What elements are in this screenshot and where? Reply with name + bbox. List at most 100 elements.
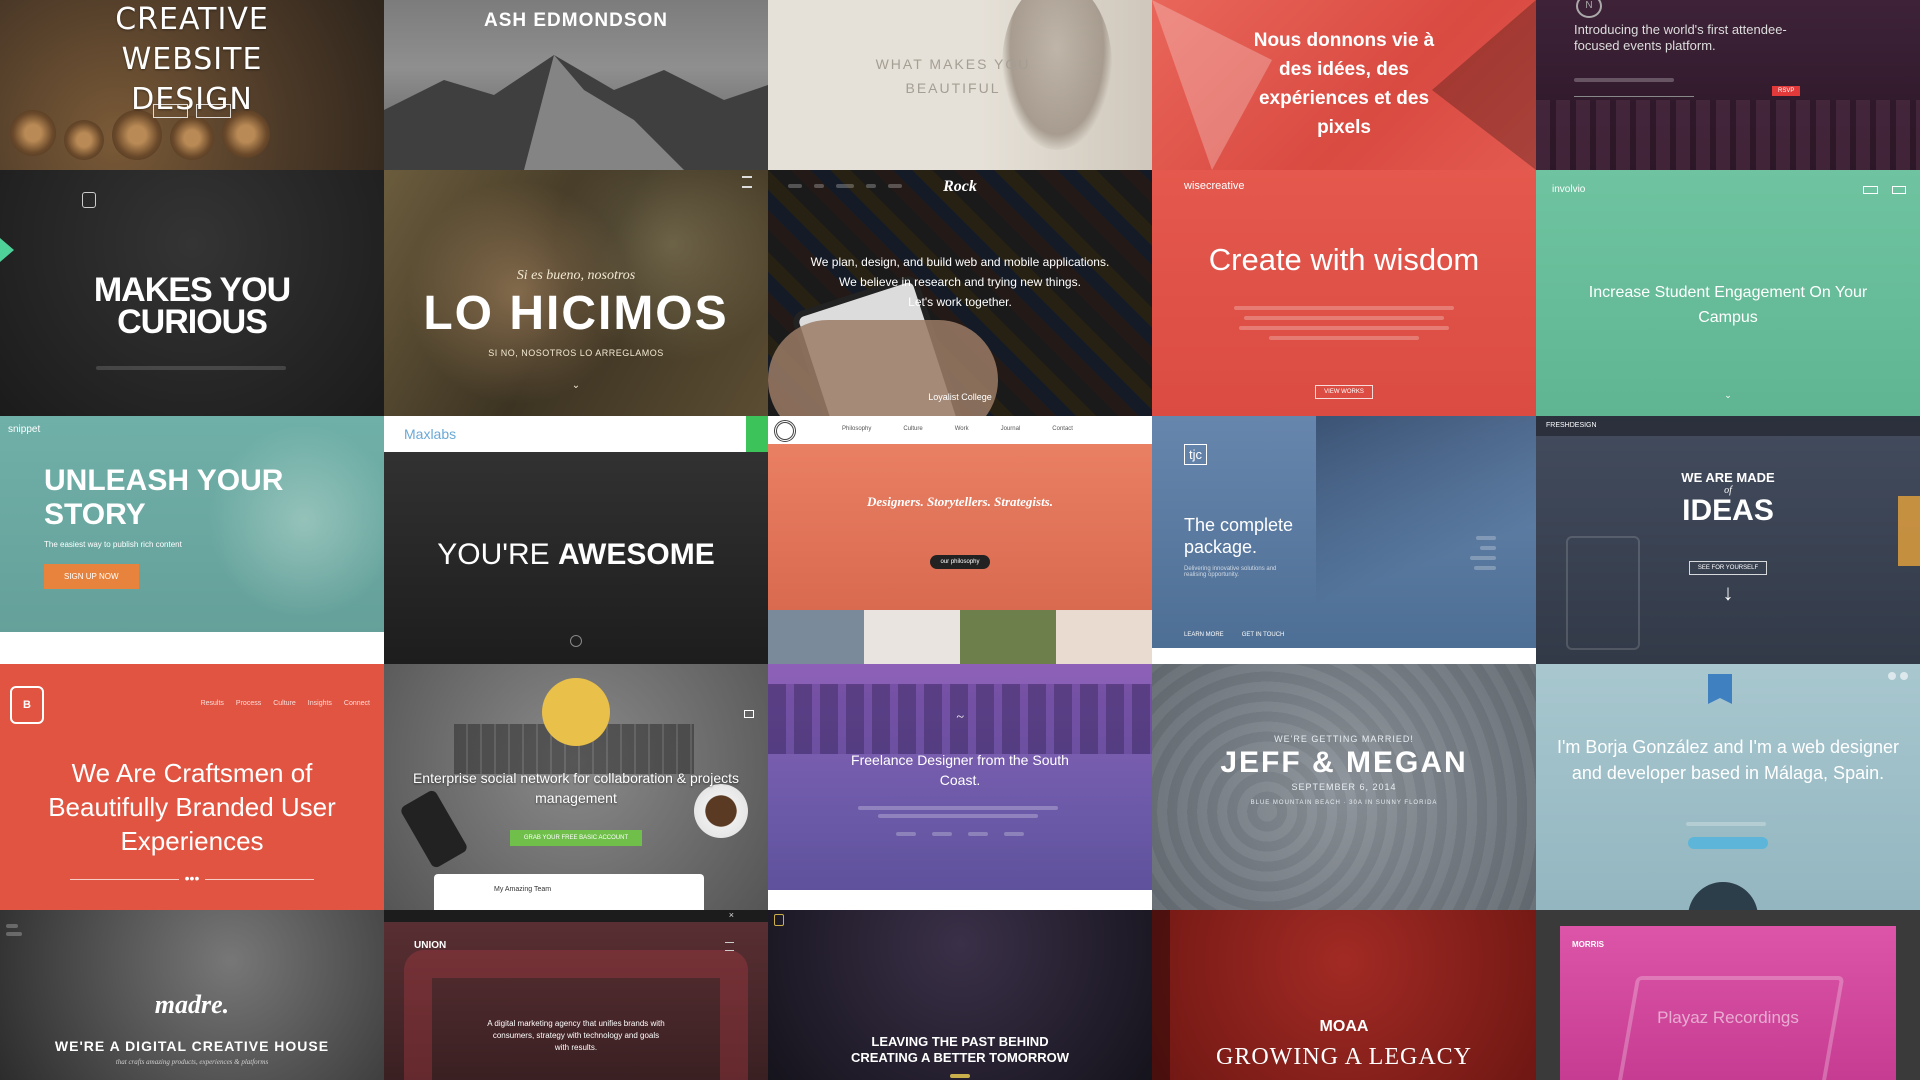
- tile-title: Freelance Designer from the South Coast.: [851, 752, 1069, 788]
- tile-rock[interactable]: Rock We plan, design, and build web and …: [768, 170, 1152, 416]
- top-nav[interactable]: [639, 431, 744, 437]
- get-in-touch-link[interactable]: GET IN TOUCH: [1242, 632, 1285, 638]
- tile-snippet[interactable]: snippet UNLEASH YOUR STORY The easiest w…: [0, 416, 384, 664]
- tile-nous-donnons[interactable]: Nous donnons vie à des idées, des expéri…: [1152, 0, 1536, 170]
- brand-logo: [398, 178, 401, 188]
- tile-involvio[interactable]: involvio Increase Student Engagement On …: [1536, 170, 1920, 416]
- bookmark-logo-icon: [1708, 674, 1732, 704]
- menu-icon[interactable]: [725, 942, 734, 951]
- nav-process[interactable]: Process: [236, 700, 261, 707]
- tile-title: Create with wisdom: [1208, 242, 1480, 277]
- chevron-down-icon[interactable]: ⌄: [1536, 390, 1920, 401]
- tile-maxlabs[interactable]: Maxlabs YOU'RE AWESOME: [384, 416, 768, 664]
- logo-icon: [774, 914, 784, 926]
- menu-icon[interactable]: [742, 176, 752, 188]
- tile-madre[interactable]: madre. WE'RE A DIGITAL CREATIVE HOUSE th…: [0, 910, 384, 1080]
- tile-what-makes-you-beautiful[interactable]: WHAT MAKES YOU BEAUTIFUL: [768, 0, 1152, 170]
- project-thumbnails[interactable]: [768, 610, 1152, 664]
- tile-description: [96, 366, 286, 370]
- top-nav[interactable]: Results Process Culture Insights Connect: [201, 700, 370, 707]
- top-nav[interactable]: [1015, 918, 1132, 924]
- laptop-image: [1615, 976, 1845, 1080]
- tile-freshdesign[interactable]: FRESHDESIGN WE ARE MADE of IDEAS SEE FOR…: [1536, 416, 1920, 664]
- top-nav[interactable]: [1799, 186, 1906, 194]
- our-work-button[interactable]: [196, 104, 231, 118]
- tile-title-bold: package.: [1184, 537, 1258, 557]
- tile-craftsmen[interactable]: B Results Process Culture Insights Conne…: [0, 664, 384, 910]
- see-for-yourself-button[interactable]: SEE FOR YOURSELF: [1688, 561, 1768, 575]
- tile-moaa[interactable]: MOAA GROWING A LEGACY: [1152, 910, 1536, 1080]
- hand-logo-icon: [82, 192, 96, 208]
- tile-line-1: We plan, design, and build web and mobil…: [810, 255, 1110, 269]
- free-account-button[interactable]: GRAB YOUR FREE BASIC ACCOUNT: [509, 830, 643, 846]
- our-philosophy-button[interactable]: our philosophy: [930, 555, 990, 569]
- brand-logo: MOAA: [1319, 1018, 1369, 1035]
- brand-logo: UNION: [414, 940, 447, 951]
- corner-icons[interactable]: [1888, 672, 1908, 680]
- hire-button[interactable]: [746, 416, 768, 452]
- tile-freelance[interactable]: ~ Freelance Designer from the South Coas…: [768, 664, 1152, 910]
- tile-line-3: IDEAS: [1682, 494, 1774, 527]
- close-icon[interactable]: ×: [729, 910, 734, 920]
- top-nav[interactable]: [136, 196, 225, 202]
- tile-leaving-the-past[interactable]: LEAVING THE PAST BEHIND CREATING A BETTE…: [768, 910, 1152, 1080]
- tile-designers[interactable]: Philosophy Culture Work Journal Contact …: [768, 416, 1152, 664]
- tile-title: A digital marketing agency that unifies …: [487, 1019, 665, 1052]
- app-window: [434, 874, 704, 910]
- top-nav-right[interactable]: [702, 710, 754, 718]
- nav-contact[interactable]: Contact: [1052, 426, 1073, 432]
- circle-icon[interactable]: [384, 634, 768, 652]
- side-illustration: [1898, 496, 1920, 566]
- nav-insights[interactable]: Insights: [308, 700, 332, 707]
- tile-subtitle: that crafts amazing products, experience…: [115, 1058, 269, 1066]
- tile-title: Designers. Storytellers. Strategists.: [867, 494, 1053, 509]
- top-nav[interactable]: [305, 430, 370, 436]
- side-nav[interactable]: [1470, 536, 1496, 570]
- nav-work[interactable]: Work: [955, 426, 969, 432]
- tile-ash-edmondson[interactable]: ASH EDMONDSON: [384, 0, 768, 170]
- n-logo-icon: N: [1576, 0, 1602, 18]
- tile-borja[interactable]: I'm Borja González and I'm a web designe…: [1536, 664, 1920, 910]
- contact-button[interactable]: [1688, 837, 1768, 849]
- tile-jeff-megan[interactable]: WE'RE GETTING MARRIED! JEFF & MEGAN SEPT…: [1152, 664, 1536, 910]
- sign-up-button[interactable]: SIGN UP NOW: [44, 564, 139, 589]
- nav-results[interactable]: Results: [201, 700, 224, 707]
- tile-enterprise-social[interactable]: Enterprise social network for collaborat…: [384, 664, 768, 910]
- tile-union[interactable]: × UNION A digital marketing agency that …: [384, 910, 768, 1080]
- nav-connect[interactable]: Connect: [344, 700, 370, 707]
- find-out-more-button[interactable]: [153, 104, 188, 118]
- tile-lo-hicimos[interactable]: Si es bueno, nosotros LO HICIMOS SI NO, …: [384, 170, 768, 416]
- tile-makes-you-curious[interactable]: MAKES YOU CURIOUS: [0, 170, 384, 416]
- top-nav[interactable]: Philosophy Culture Work Journal Contact: [842, 426, 1073, 432]
- rsvp-button[interactable]: RSVP: [1772, 86, 1801, 96]
- tile-creative-website-design[interactable]: CREATIVE WEBSITE DESIGN: [0, 0, 384, 170]
- learn-more-link[interactable]: LEARN MORE: [1184, 632, 1224, 638]
- arrow-left-icon[interactable]: [0, 238, 14, 262]
- tile-events-platform[interactable]: N Introducing the world's first attendee…: [1536, 0, 1920, 170]
- top-nav-left[interactable]: [428, 710, 460, 716]
- top-nav[interactable]: [1400, 182, 1510, 188]
- nav-journal[interactable]: Journal: [1001, 426, 1021, 432]
- nav-culture[interactable]: Culture: [903, 426, 922, 432]
- theater-seats-image: [1536, 100, 1920, 170]
- nav-philosophy[interactable]: Philosophy: [842, 426, 871, 432]
- nav-culture[interactable]: Culture: [273, 700, 296, 707]
- social-links[interactable]: [768, 832, 1152, 836]
- top-nav[interactable]: [1823, 423, 1906, 429]
- email-field[interactable]: [1574, 86, 1694, 97]
- tile-title: JEFF & MEGAN: [1220, 746, 1468, 779]
- brand-logo: involvio: [1552, 184, 1586, 195]
- tile-title: WHAT MAKES YOU BEAUTIFUL: [875, 56, 1031, 96]
- ellipsis-icon[interactable]: •••: [0, 870, 384, 886]
- tile-title: LO HICIMOS: [423, 287, 729, 340]
- brand-logo-circle: [542, 678, 610, 746]
- tile-wisecreative[interactable]: wisecreative Create with wisdom VIEW WOR…: [1152, 170, 1536, 416]
- view-works-button[interactable]: VIEW WORKS: [1315, 385, 1373, 399]
- arrow-down-icon[interactable]: ↓: [1536, 580, 1920, 606]
- tile-pretitle: WE'RE GETTING MARRIED!: [1274, 734, 1414, 744]
- tile-morris[interactable]: MORRIS Playaz Recordings: [1536, 910, 1920, 1080]
- tile-title: CREATIVE WEBSITE DESIGN: [115, 2, 269, 117]
- chevron-down-icon[interactable]: ⌄: [384, 380, 768, 391]
- tile-tjc[interactable]: tjc The complete package. Delivering inn…: [1152, 416, 1536, 664]
- top-nav[interactable]: [1824, 942, 1884, 948]
